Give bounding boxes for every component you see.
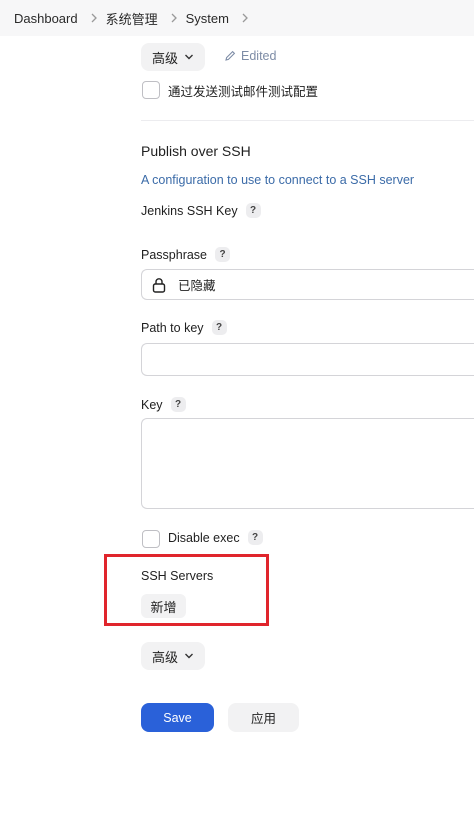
section-title: Publish over SSH: [141, 143, 251, 159]
apply-button[interactable]: 应用: [228, 703, 299, 732]
chevron-right-icon[interactable]: [241, 11, 251, 26]
path-to-key-label-row: Path to key ?: [141, 320, 227, 335]
breadcrumb-system-management[interactable]: 系统管理: [106, 9, 158, 28]
path-to-key-label: Path to key: [141, 320, 204, 335]
advanced-label: 高级: [151, 50, 178, 66]
add-ssh-server-label: 新增: [150, 599, 177, 615]
edited-indicator: Edited: [224, 49, 276, 63]
ssh-servers-label: SSH Servers: [141, 569, 214, 583]
chevron-down-icon: [185, 653, 193, 659]
send-test-mail-label: 通过发送测试邮件测试配置: [168, 85, 319, 99]
disable-exec-label: Disable exec: [168, 530, 240, 545]
section-divider: [141, 120, 474, 121]
key-label-row: Key ?: [141, 397, 186, 412]
pencil-icon: [225, 50, 236, 61]
breadcrumb-system[interactable]: System: [186, 11, 229, 26]
add-ssh-server-button[interactable]: 新增: [141, 594, 186, 618]
jenkins-ssh-key-label-row: Jenkins SSH Key ?: [141, 203, 261, 218]
section-description: A configuration to use to connect to a S…: [141, 173, 415, 187]
disable-exec-label-row: Disable exec ?: [168, 530, 263, 545]
save-label: Save: [163, 710, 192, 725]
chevron-right-icon: [170, 11, 180, 26]
apply-label: 应用: [250, 712, 276, 726]
advanced-toggle-top[interactable]: 高级: [141, 43, 205, 71]
key-label: Key: [141, 397, 163, 412]
edited-label: Edited: [241, 49, 277, 63]
lock-icon: [152, 277, 166, 293]
send-test-mail-checkbox[interactable]: [142, 81, 160, 99]
ssh-servers-highlight: [104, 554, 269, 626]
help-icon[interactable]: ?: [215, 247, 231, 262]
passphrase-value: 已隐藏: [178, 279, 216, 293]
help-icon[interactable]: ?: [170, 397, 186, 412]
key-textarea[interactable]: [141, 418, 474, 509]
path-to-key-input[interactable]: [141, 343, 474, 376]
help-icon[interactable]: ?: [247, 530, 263, 545]
chevron-right-icon: [90, 11, 100, 26]
passphrase-label-row: Passphrase ?: [141, 247, 231, 262]
jenkins-ssh-key-label: Jenkins SSH Key: [141, 203, 238, 218]
advanced-toggle-bottom[interactable]: 高级: [141, 642, 205, 670]
advanced-label: 高级: [151, 649, 178, 665]
chevron-down-icon: [185, 54, 193, 60]
help-icon[interactable]: ?: [245, 203, 261, 218]
breadcrumb: Dashboard 系统管理 System: [0, 0, 474, 36]
passphrase-label: Passphrase: [141, 247, 208, 262]
passphrase-field[interactable]: 已隐藏: [141, 269, 474, 300]
save-button[interactable]: Save: [141, 703, 214, 732]
help-icon[interactable]: ?: [211, 320, 227, 335]
breadcrumb-dashboard[interactable]: Dashboard: [0, 11, 78, 26]
disable-exec-checkbox[interactable]: [142, 530, 160, 548]
